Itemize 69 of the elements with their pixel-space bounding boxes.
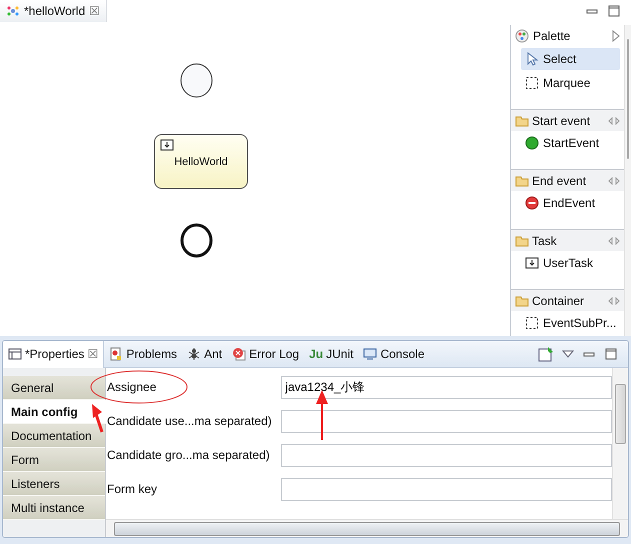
palette-drawer[interactable]: Start event xyxy=(511,109,624,131)
horizontal-scrollbar[interactable] xyxy=(106,519,628,537)
close-button[interactable]: ☒ xyxy=(87,347,98,361)
section-tab[interactable]: Listeners xyxy=(3,472,105,496)
pin-icon[interactable] xyxy=(538,346,554,362)
section-tab[interactable]: Form xyxy=(3,448,105,472)
field-label: Assignee xyxy=(106,380,158,394)
clipboard-icon xyxy=(109,347,124,361)
end-event xyxy=(180,223,213,258)
pointer-icon xyxy=(525,52,539,66)
task-label: HelloWorld xyxy=(174,156,228,168)
collapse-icon xyxy=(608,116,620,124)
folder-icon xyxy=(515,174,529,188)
scrollbar[interactable] xyxy=(612,368,628,519)
maximize-icon[interactable] xyxy=(607,4,621,18)
folder-icon xyxy=(515,294,529,308)
view-tab[interactable]: Problems xyxy=(104,341,182,368)
menu-icon[interactable] xyxy=(562,350,574,358)
scrollbar[interactable] xyxy=(624,25,631,336)
field-label: Candidate gro...ma separated) xyxy=(106,448,271,462)
error-log-icon xyxy=(232,347,246,361)
editor-tab[interactable]: *helloWorld ☒ xyxy=(0,0,108,22)
collapse-icon xyxy=(608,236,620,244)
input-field[interactable] xyxy=(281,444,612,466)
close-button[interactable]: ☒ xyxy=(89,4,100,18)
palette-icon xyxy=(515,29,529,43)
view-tab[interactable]: Error Log xyxy=(227,341,304,368)
start-event xyxy=(180,63,213,98)
user-task-icon xyxy=(160,138,174,152)
collapse-icon xyxy=(608,296,620,304)
view-tab[interactable]: Ant xyxy=(182,341,228,368)
field-label: Form key xyxy=(106,482,158,496)
maximize-icon[interactable] xyxy=(604,347,618,361)
section-tab[interactable]: Documentation xyxy=(3,424,105,448)
folder-icon xyxy=(515,114,529,128)
table-icon xyxy=(8,347,22,361)
view-tab[interactable]: *Properties ☒ xyxy=(3,341,104,368)
junit-logo-text: Ju xyxy=(309,347,324,361)
palette-tool[interactable]: Marquee xyxy=(521,72,620,94)
view-tab[interactable]: Ju JUnit xyxy=(304,341,358,368)
section-tab[interactable]: General xyxy=(3,376,105,400)
monitor-icon xyxy=(363,347,378,361)
palette-tool[interactable]: Select xyxy=(521,48,620,70)
folder-icon xyxy=(515,234,529,248)
process-icon xyxy=(6,4,20,18)
palette-drawer[interactable]: Container xyxy=(511,289,624,311)
palette-item[interactable]: EventSubPr... xyxy=(521,312,620,334)
annotation-arrow xyxy=(90,404,104,434)
input-field[interactable] xyxy=(281,478,612,500)
ant-icon xyxy=(187,347,202,361)
collapse-icon xyxy=(608,176,620,184)
user-task-icon xyxy=(525,256,539,270)
palette-drawer[interactable]: Task xyxy=(511,229,624,251)
expand-icon xyxy=(612,30,620,42)
marquee-icon xyxy=(525,316,539,330)
input-field[interactable] xyxy=(281,410,612,432)
palette-item[interactable]: UserTask xyxy=(521,252,620,274)
section-tab[interactable]: Main config xyxy=(3,400,106,424)
start-event-icon xyxy=(525,136,539,150)
palette-title: Palette xyxy=(533,29,570,43)
stop-icon xyxy=(525,196,539,210)
palette-item[interactable]: EndEvent xyxy=(521,192,620,214)
field-label: Candidate use...ma separated) xyxy=(106,414,273,428)
palette-item[interactable]: StartEvent xyxy=(521,132,620,154)
section-tab[interactable]: Multi instance xyxy=(3,496,105,520)
view-tab[interactable]: Console xyxy=(358,341,430,368)
marquee-icon xyxy=(525,76,539,90)
input-field[interactable]: java1234_小锋 xyxy=(281,376,612,398)
palette-drawer[interactable]: End event xyxy=(511,169,624,191)
